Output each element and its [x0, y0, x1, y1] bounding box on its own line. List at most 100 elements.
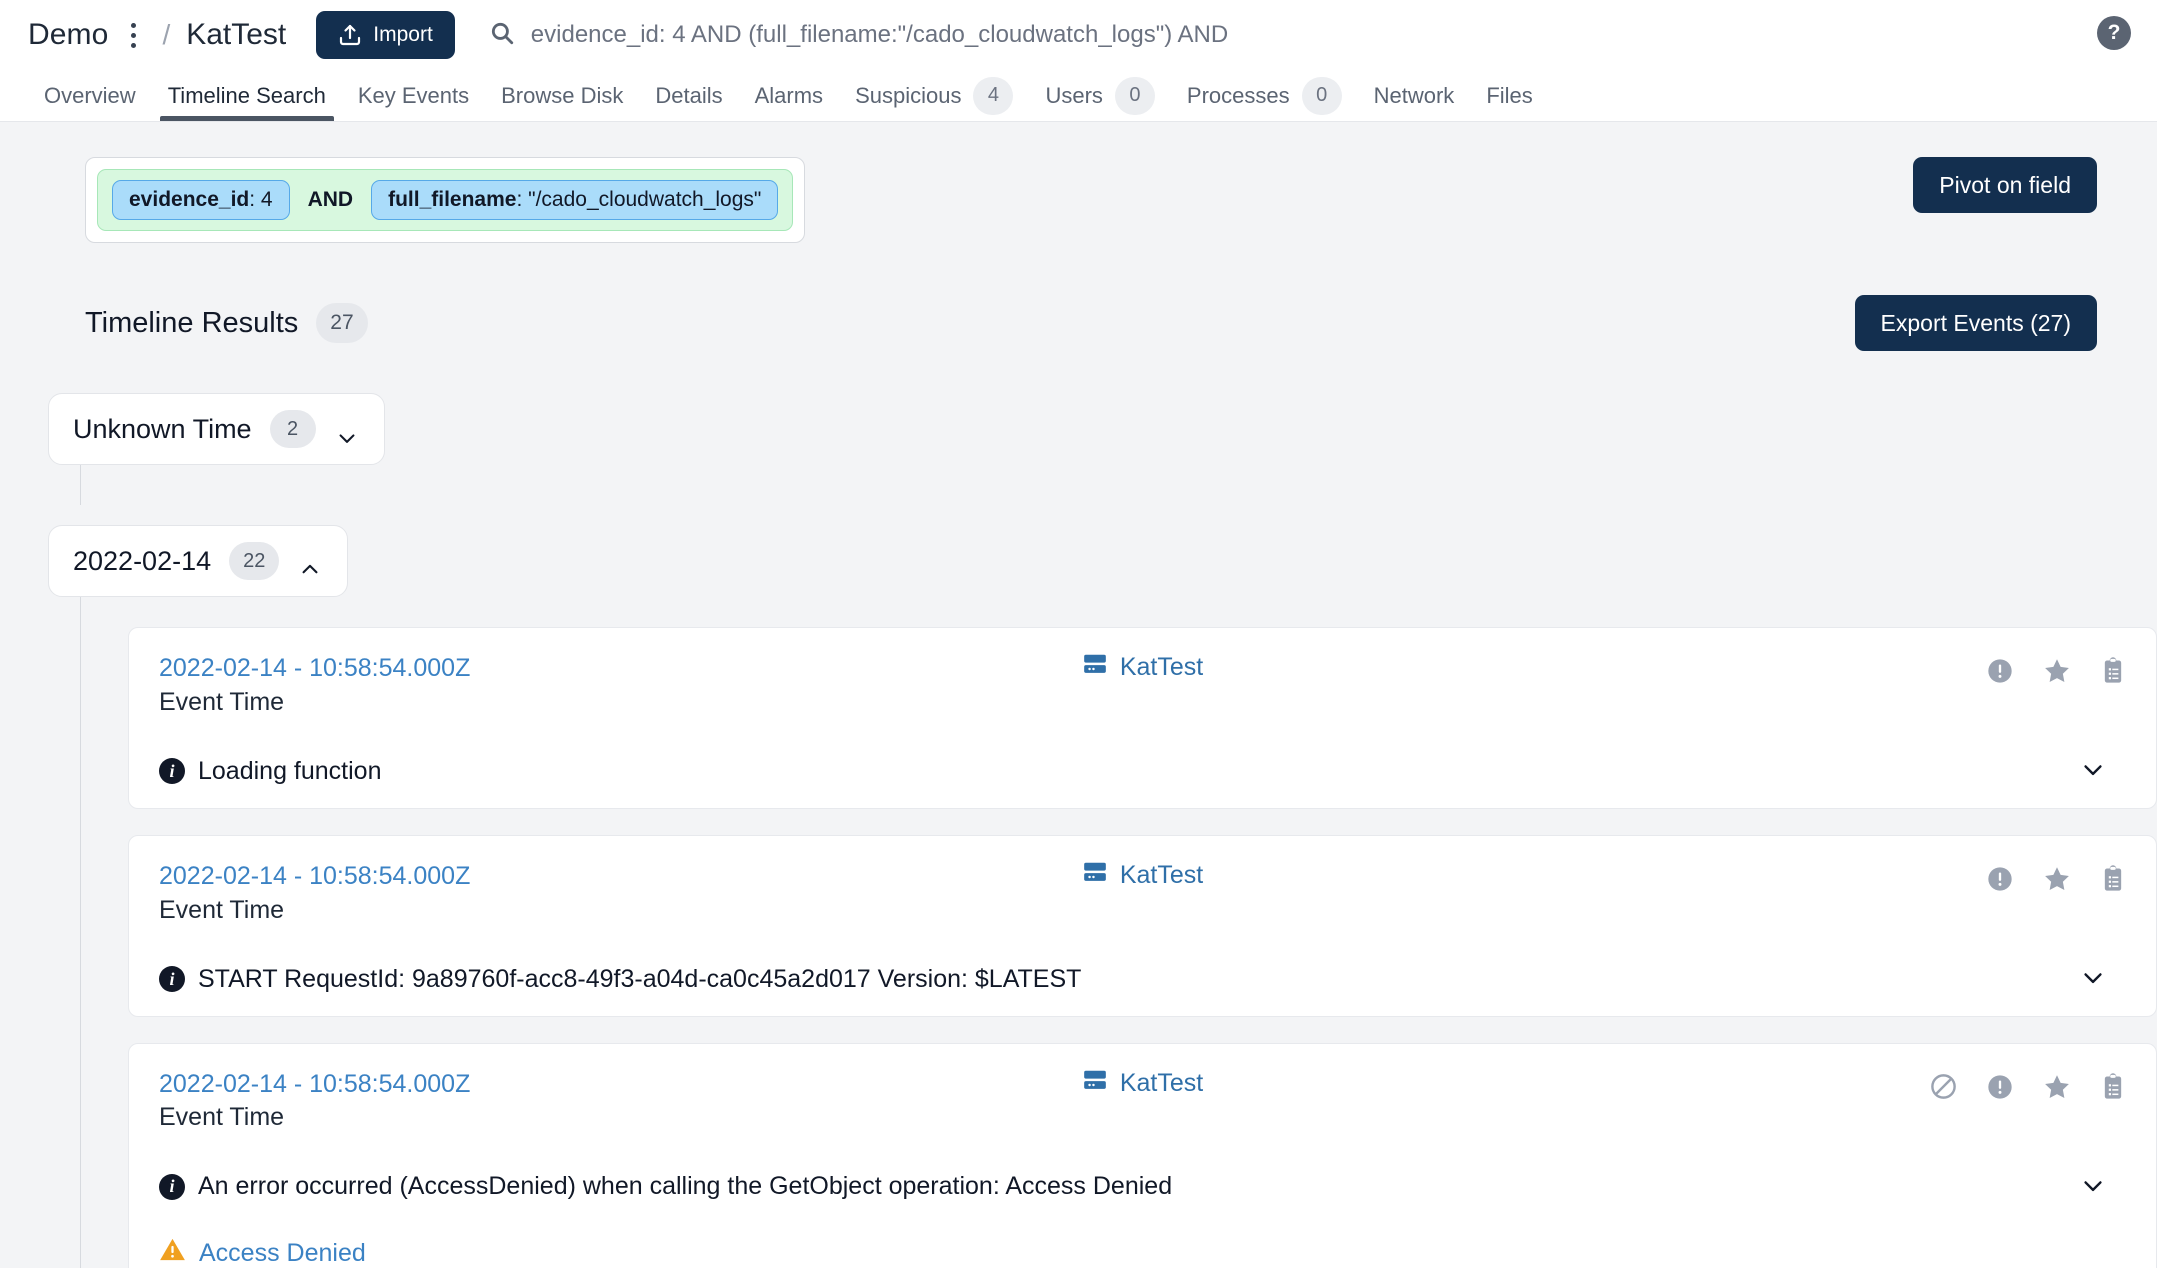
tab-browse-disk[interactable]: Browse Disk — [485, 70, 639, 121]
timeline-rail — [80, 583, 81, 1268]
tab-overview[interactable]: Overview — [28, 70, 152, 121]
block-icon[interactable] — [1929, 1072, 1958, 1101]
clipboard-icon[interactable] — [2100, 657, 2126, 685]
event-card[interactable]: 2022-02-14 - 10:58:54.000Z Event Time KatT… — [128, 834, 2157, 1017]
event-message-text: START RequestId: 9a89760f-acc8-49f3-a04d… — [198, 964, 1082, 993]
event-message: i Loading function — [159, 757, 381, 786]
result-group: Unknown Time 2 — [48, 393, 2157, 505]
event-body: i Loading function — [159, 757, 2126, 786]
query-chip-full-filename[interactable]: full_filename: "/cado_cloudwatch_logs" — [371, 180, 779, 220]
tab-label: Overview — [44, 82, 136, 108]
clipboard-icon[interactable] — [2100, 1072, 2126, 1101]
event-host[interactable]: KatTest — [1082, 1068, 1203, 1099]
server-icon — [1082, 1068, 1108, 1099]
tab-processes[interactable]: Processes 0 — [1171, 70, 1358, 121]
event-message: i An error occurred (AccessDenied) when c… — [159, 1172, 1172, 1201]
org-menu-kebab-icon[interactable] — [120, 18, 146, 52]
breadcrumb-separator: / — [162, 19, 171, 50]
tab-count-badge: 0 — [1114, 76, 1155, 115]
event-message-text: Loading function — [198, 756, 382, 785]
exclamation-circle-icon[interactable] — [1986, 657, 2014, 685]
warning-triangle-icon — [159, 1237, 186, 1268]
event-expand-chevron-down-icon[interactable] — [2078, 759, 2108, 783]
event-expand-chevron-down-icon[interactable] — [2078, 967, 2108, 991]
query-builder[interactable]: evidence_id: 4 AND full_filename: "/cado… — [85, 157, 806, 243]
event-timestamp-link[interactable]: 2022-02-14 - 10:58:54.000Z — [159, 1068, 1082, 1102]
main-content: evidence_id: 4 AND full_filename: "/cado… — [0, 122, 2157, 1268]
event-actions — [1986, 652, 2126, 686]
group-count-badge: 2 — [269, 410, 316, 448]
star-icon[interactable] — [2042, 656, 2072, 686]
event-card[interactable]: 2022-02-14 - 10:58:54.000Z Event Time KatT… — [128, 1042, 2157, 1268]
tab-label: Files — [1486, 82, 1533, 108]
event-message: i START RequestId: 9a89760f-acc8-49f3-a04… — [159, 965, 1081, 994]
group-header-2022-02-14[interactable]: 2022-02-14 22 — [48, 525, 349, 597]
search-icon — [489, 20, 515, 51]
clipboard-icon[interactable] — [2100, 864, 2126, 893]
info-icon: i — [159, 1173, 185, 1200]
tab-label: Network — [1373, 82, 1455, 108]
group-header-unknown-time[interactable]: Unknown Time 2 — [48, 393, 385, 465]
query-chip-evidence-id[interactable]: evidence_id: 4 — [112, 180, 290, 220]
case-name[interactable]: KatTest — [186, 18, 286, 52]
tab-label: Browse Disk — [501, 82, 624, 108]
chip-field: evidence_id — [129, 188, 250, 211]
star-icon[interactable] — [2042, 1072, 2072, 1102]
tab-users[interactable]: Users 0 — [1029, 70, 1170, 121]
tab-count-badge: 0 — [1301, 76, 1342, 115]
import-button[interactable]: Import — [316, 11, 455, 59]
pivot-on-field-button[interactable]: Pivot on field — [1913, 157, 2097, 213]
tab-alarms[interactable]: Alarms — [739, 70, 839, 121]
info-icon: i — [159, 966, 185, 992]
chip-field: full_filename — [388, 188, 517, 211]
exclamation-circle-icon[interactable] — [1986, 865, 2014, 893]
event-timestamp-link[interactable]: 2022-02-14 - 10:58:54.000Z — [159, 652, 1082, 686]
results-count-badge: 27 — [316, 303, 368, 343]
chevron-up-icon[interactable] — [297, 553, 323, 574]
tab-label: Users — [1045, 82, 1103, 108]
event-host-label: KatTest — [1119, 1068, 1204, 1097]
event-expand-chevron-down-icon[interactable] — [2078, 1175, 2108, 1199]
group-label: Unknown Time — [73, 413, 252, 444]
star-icon[interactable] — [2042, 864, 2072, 894]
event-time-label: Event Time — [159, 895, 285, 924]
tab-bar: Overview Timeline Search Key Events Browse … — [0, 70, 2157, 122]
event-time-block: 2022-02-14 - 10:58:54.000Z Event Time — [159, 860, 1082, 925]
server-icon — [1082, 860, 1108, 891]
tab-label: Alarms — [754, 82, 824, 108]
tab-details[interactable]: Details — [639, 70, 738, 121]
tab-suspicious[interactable]: Suspicious 4 — [839, 70, 1029, 121]
event-tag-label: Access Denied — [199, 1238, 366, 1267]
query-group: evidence_id: 4 AND full_filename: "/cado… — [97, 169, 794, 231]
tab-timeline-search[interactable]: Timeline Search — [152, 70, 342, 121]
info-icon: i — [159, 758, 185, 785]
group-count-badge: 22 — [229, 542, 280, 580]
upload-icon — [338, 23, 362, 47]
top-bar: Demo / KatTest Import ? — [0, 0, 2157, 70]
event-host[interactable]: KatTest — [1082, 860, 1203, 891]
event-tag-access-denied[interactable]: Access Denied — [159, 1237, 2126, 1268]
tab-files[interactable]: Files — [1470, 70, 1548, 121]
event-time-block: 2022-02-14 - 10:58:54.000Z Event Time — [159, 652, 1082, 717]
event-message-text: An error occurred (AccessDenied) when ca… — [198, 1172, 1173, 1201]
org-name[interactable]: Demo — [28, 18, 108, 52]
group-label: 2022-02-14 — [73, 545, 212, 576]
search-bar[interactable] — [489, 20, 2129, 51]
exclamation-circle-icon[interactable] — [1986, 1073, 2014, 1101]
export-events-button[interactable]: Export Events (27) — [1854, 295, 2097, 351]
help-icon[interactable]: ? — [2097, 16, 2131, 50]
event-actions — [1929, 1068, 2126, 1102]
tab-network[interactable]: Network — [1358, 70, 1471, 121]
page-title: Timeline Results — [85, 306, 299, 339]
tab-label: Details — [655, 82, 723, 108]
tab-key-events[interactable]: Key Events — [342, 70, 485, 121]
chevron-down-icon[interactable] — [334, 421, 360, 443]
event-host[interactable]: KatTest — [1082, 652, 1203, 683]
event-card[interactable]: 2022-02-14 - 10:58:54.000Z Event Time KatT… — [128, 627, 2157, 809]
event-time-label: Event Time — [159, 687, 285, 716]
event-timestamp-link[interactable]: 2022-02-14 - 10:58:54.000Z — [159, 860, 1082, 894]
search-input[interactable] — [530, 21, 2129, 49]
query-row: evidence_id: 4 AND full_filename: "/cado… — [0, 122, 2157, 243]
result-groups: Unknown Time 2 2022-02-14 22 2022-02-14 - 10… — [0, 351, 2157, 1268]
event-time-block: 2022-02-14 - 10:58:54.000Z Event Time — [159, 1068, 1082, 1133]
